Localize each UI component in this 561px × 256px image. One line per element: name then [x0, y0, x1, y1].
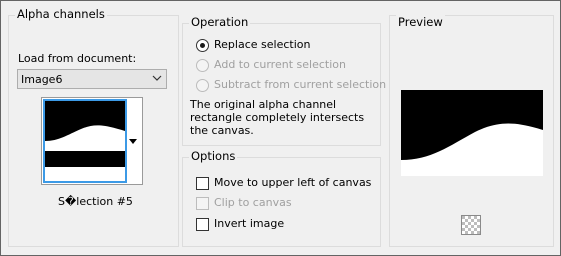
transparency-checkerboard-icon — [462, 216, 480, 234]
operation-title: Operation — [189, 15, 251, 29]
document-select[interactable]: Image6 — [17, 69, 167, 89]
replace-selection-label: Replace selection — [214, 38, 311, 51]
checkbox-box — [196, 177, 209, 190]
move-to-upper-left-label: Move to upper left of canvas — [214, 176, 372, 189]
add-to-current-selection-label: Add to current selection — [214, 58, 346, 71]
checkbox-box — [196, 218, 209, 231]
alpha-mask-thumbnail-image — [45, 101, 125, 181]
intersection-info-text: The original alpha channel rectangle com… — [190, 98, 365, 137]
invert-image-label: Invert image — [214, 217, 285, 230]
preview-title: Preview — [396, 15, 445, 29]
chevron-down-icon — [152, 75, 162, 81]
load-from-document-label: Load from document: — [18, 52, 137, 65]
checkerboard-icon[interactable] — [461, 215, 481, 235]
radio-button — [196, 39, 209, 52]
preview-image — [401, 90, 543, 176]
subtract-from-current-selection-label: Subtract from current selection — [214, 78, 387, 91]
radio-button — [196, 59, 209, 72]
radio-button — [196, 79, 209, 92]
clip-to-canvas-label: Clip to canvas — [214, 196, 292, 209]
checkbox-box — [196, 197, 209, 210]
alpha-channels-title: Alpha channels — [15, 7, 107, 21]
selection-thumbnail[interactable] — [43, 99, 127, 183]
thumbnail-dropdown-button[interactable] — [126, 99, 141, 183]
triangle-down-icon — [129, 139, 137, 144]
selection-name-label: S�lection #5 — [58, 195, 133, 208]
document-select-value: Image6 — [21, 73, 63, 86]
options-title: Options — [189, 149, 238, 163]
preview-mask-image — [401, 90, 543, 176]
